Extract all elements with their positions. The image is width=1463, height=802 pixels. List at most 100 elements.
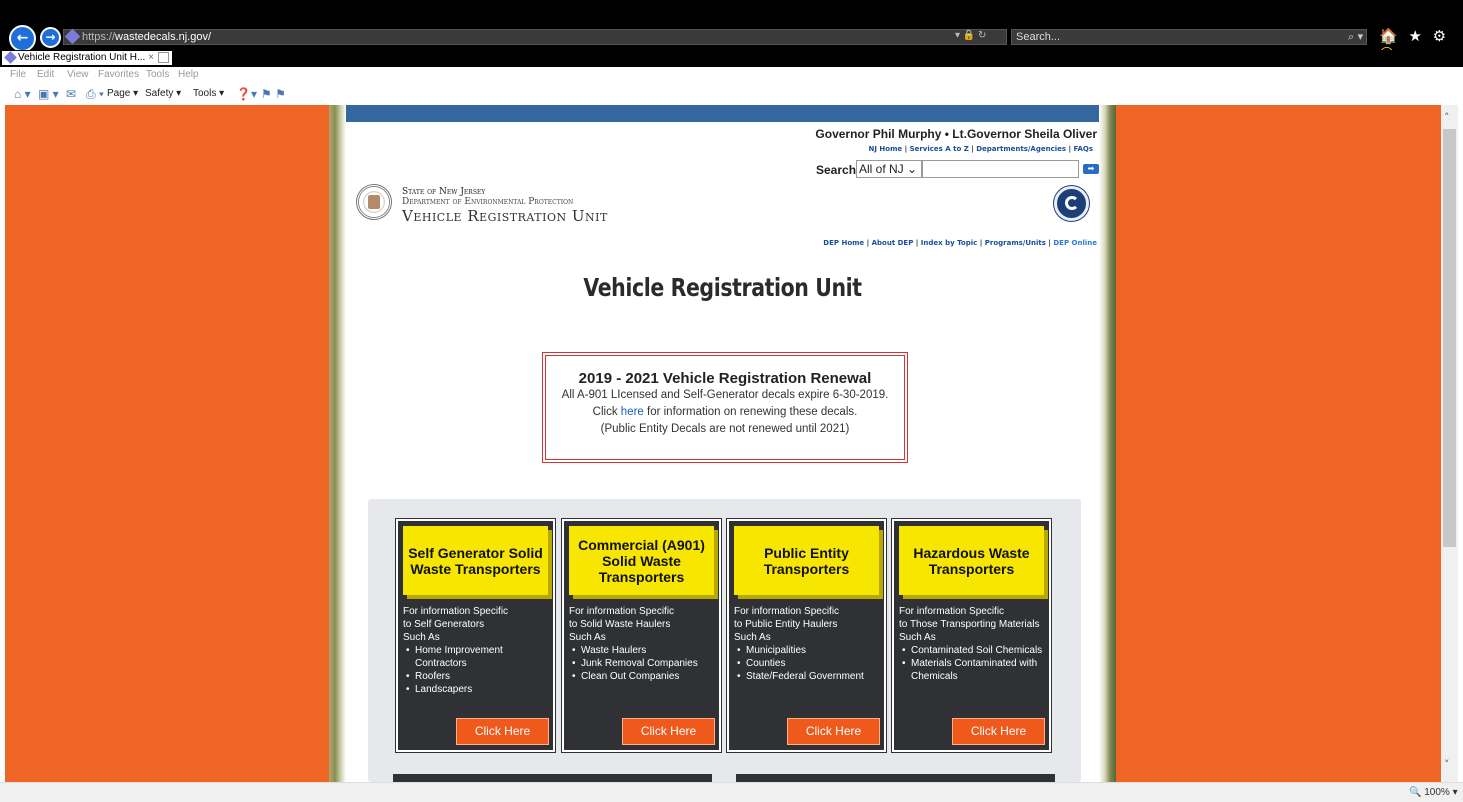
link-dep-home[interactable]: DEP Home bbox=[823, 239, 864, 247]
transporter-panel: Self Generator Solid Waste Transporters … bbox=[368, 499, 1081, 782]
card-public-entity: Public Entity Transporters For informati… bbox=[727, 519, 886, 752]
renewal-title: 2019 - 2021 Vehicle Registration Renewal bbox=[578, 370, 872, 387]
feeds-icon[interactable]: ▣ ▾ bbox=[38, 83, 59, 105]
renewal-notice: 2019 - 2021 Vehicle Registration Renewal… bbox=[542, 352, 908, 463]
vertical-scrollbar[interactable]: ˄ ˅ bbox=[1441, 105, 1458, 782]
page-frame: Governor Phil Murphy • Lt.Governor Sheil… bbox=[329, 105, 1116, 782]
tab-vehicle-registration[interactable]: Vehicle Registration Unit H... × bbox=[2, 51, 172, 65]
link-services-a-to-z[interactable]: Services A to Z bbox=[910, 145, 969, 153]
card-commercial-a901: Commercial (A901) Solid Waste Transporte… bbox=[562, 519, 721, 752]
zoom-level[interactable]: 🔍 100% ▾ bbox=[1409, 787, 1458, 798]
renewal-here-link[interactable]: here bbox=[621, 406, 644, 418]
list-item: Waste Haulers bbox=[569, 644, 719, 657]
list-item: Clean Out Companies bbox=[569, 670, 719, 683]
menu-bar: File Edit View Favorites Tools Help bbox=[0, 67, 1463, 83]
arrow-left-icon: ← bbox=[16, 30, 29, 46]
card-description: For information Specific to Those Transp… bbox=[899, 605, 1049, 683]
url-domain: wastedecals.nj.gov/ bbox=[115, 31, 212, 43]
link-about-dep[interactable]: About DEP bbox=[872, 239, 914, 247]
research-icon[interactable]: ⚑ ⚑ bbox=[261, 83, 286, 105]
command-bar: ⌂ ▾ ▣ ▾ ✉ ⎙ ▾ Page ▾ Safety ▾ Tools ▾ ❓▾… bbox=[0, 83, 1463, 105]
card-title: Hazardous Waste Transporters bbox=[899, 526, 1044, 595]
home-star-gear-icons[interactable]: 🏠 ★ ⚙ bbox=[1379, 27, 1449, 45]
renewal-line-1: All A-901 LIcensed and Self-Generator de… bbox=[561, 389, 889, 401]
tools-menu[interactable]: Tools ▾ bbox=[193, 83, 224, 105]
list-item: Contaminated Soil Chemicals bbox=[899, 644, 1049, 657]
card-description: For information Specific to Self Generat… bbox=[403, 605, 553, 696]
page-menu[interactable]: Page ▾ bbox=[107, 83, 138, 105]
renewal-line-2: Click here for information on renewing t… bbox=[592, 406, 858, 418]
new-tab-button[interactable] bbox=[158, 52, 169, 63]
site-search-input[interactable] bbox=[922, 160, 1079, 178]
card-description: For information Specific to Public Entit… bbox=[734, 605, 884, 683]
tab-favicon-icon bbox=[4, 51, 17, 64]
card-title: Public Entity Transporters bbox=[734, 526, 879, 595]
lower-card-left bbox=[393, 774, 712, 782]
print-icon[interactable]: ⎙ ▾ bbox=[86, 83, 104, 105]
address-controls[interactable]: ▾ 🔒 ↻ bbox=[955, 30, 986, 41]
public-entity-click-here-button[interactable]: Click Here bbox=[787, 718, 880, 745]
dep-logo-icon[interactable] bbox=[1054, 186, 1089, 221]
home-icon[interactable]: ⌂ ▾ bbox=[14, 83, 31, 105]
page-viewport: Governor Phil Murphy • Lt.Governor Sheil… bbox=[5, 105, 1441, 782]
help-icon[interactable]: ❓▾ bbox=[236, 83, 257, 105]
safety-menu[interactable]: Safety ▾ bbox=[145, 83, 181, 105]
search-icon[interactable]: ⌕ ▾ bbox=[1348, 30, 1363, 44]
commercial-click-here-button[interactable]: Click Here bbox=[622, 718, 715, 745]
page-content: Governor Phil Murphy • Lt.Governor Sheil… bbox=[346, 105, 1099, 782]
list-item: Home Improvement Contractors bbox=[403, 644, 553, 670]
search-scope-select[interactable]: All of NJ ⌄ bbox=[856, 160, 922, 178]
card-description: For information Specific to Solid Waste … bbox=[569, 605, 719, 683]
tab-close-icon[interactable]: × bbox=[148, 51, 154, 65]
self-generator-click-here-button[interactable]: Click Here bbox=[456, 718, 549, 745]
menu-edit[interactable]: Edit bbox=[37, 67, 54, 83]
list-item: Counties bbox=[734, 657, 884, 670]
link-dep-online[interactable]: DEP Online bbox=[1053, 239, 1097, 247]
search-go-button[interactable]: ➡ bbox=[1083, 164, 1099, 174]
scroll-up-icon[interactable]: ˄ bbox=[1444, 111, 1450, 124]
scroll-thumb[interactable] bbox=[1443, 129, 1456, 547]
governor-line: Governor Phil Murphy • Lt.Governor Sheil… bbox=[815, 127, 1097, 141]
list-item: Junk Removal Companies bbox=[569, 657, 719, 670]
link-faqs[interactable]: FAQs bbox=[1073, 145, 1093, 153]
unit-name: Vehicle Registration Unit bbox=[402, 207, 608, 225]
list-item: Roofers bbox=[403, 670, 553, 683]
nj-links: NJ Home | Services A to Z | Departments/… bbox=[868, 145, 1093, 153]
hazardous-click-here-button[interactable]: Click Here bbox=[952, 718, 1045, 745]
mail-icon[interactable]: ✉ bbox=[66, 83, 76, 105]
card-title: Self Generator Solid Waste Transporters bbox=[403, 526, 548, 595]
card-title: Commercial (A901) Solid Waste Transporte… bbox=[569, 526, 714, 595]
browser-search-input[interactable]: Search... bbox=[1011, 29, 1367, 45]
list-item: Municipalities bbox=[734, 644, 884, 657]
nj-state-seal bbox=[356, 184, 392, 220]
menu-tools[interactable]: Tools bbox=[146, 67, 169, 83]
url-prefix: https:// bbox=[82, 31, 116, 43]
link-nj-home[interactable]: NJ Home bbox=[869, 145, 903, 153]
tab-title: Vehicle Registration Unit H... bbox=[18, 52, 146, 63]
address-bar[interactable]: https://wastedecals.nj.gov/ bbox=[63, 28, 1007, 45]
menu-file[interactable]: File bbox=[10, 67, 26, 83]
tab-row bbox=[0, 50, 1463, 67]
menu-help[interactable]: Help bbox=[178, 67, 199, 83]
back-button[interactable]: ← bbox=[9, 25, 36, 52]
lower-card-right bbox=[736, 774, 1055, 782]
scroll-down-icon[interactable]: ˅ bbox=[1444, 758, 1450, 771]
link-index-by-topic[interactable]: Index by Topic bbox=[921, 239, 978, 247]
status-bar: 🔍 100% ▾ bbox=[0, 782, 1463, 802]
header-band bbox=[346, 105, 1099, 122]
arrow-right-icon: → bbox=[45, 30, 56, 44]
card-hazardous-waste: Hazardous Waste Transporters For informa… bbox=[892, 519, 1051, 752]
dep-links: DEP Home | About DEP | Index by Topic | … bbox=[823, 239, 1097, 247]
link-departments-agencies[interactable]: Departments/Agencies bbox=[976, 145, 1066, 153]
list-item: State/Federal Government bbox=[734, 670, 884, 683]
list-item: Landscapers bbox=[403, 683, 553, 696]
card-self-generator: Self Generator Solid Waste Transporters … bbox=[396, 519, 555, 752]
page-title: Vehicle Registration Unit bbox=[583, 273, 862, 302]
menu-favorites[interactable]: Favorites bbox=[98, 67, 139, 83]
site-favicon-icon bbox=[64, 28, 81, 45]
link-programs-units[interactable]: Programs/Units bbox=[985, 239, 1046, 247]
forward-button[interactable]: → bbox=[40, 27, 61, 48]
list-item: Materials Contaminated with Chemicals bbox=[899, 657, 1049, 683]
menu-view[interactable]: View bbox=[67, 67, 89, 83]
state-name: State of New Jersey bbox=[402, 187, 486, 197]
